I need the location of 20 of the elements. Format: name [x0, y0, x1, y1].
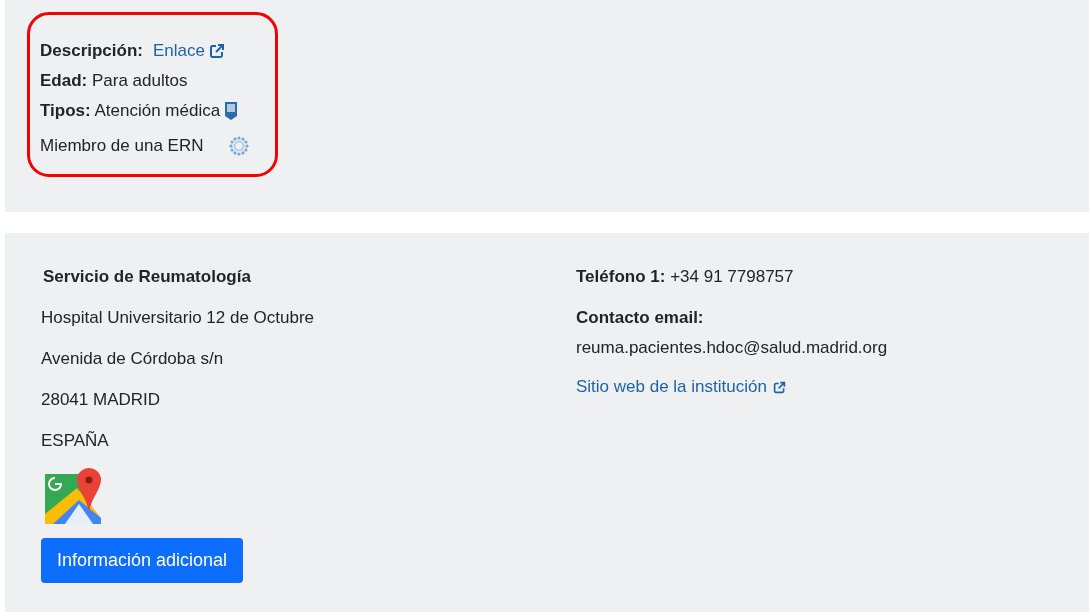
dotted-circle-icon	[229, 136, 250, 156]
external-link-icon	[208, 43, 225, 59]
phone-text: Teléfono 1: +34 91 7798757	[576, 267, 794, 288]
address-line: Hospital Universitario 12 de Octubre	[41, 308, 315, 329]
address-line: 28041 MADRID	[41, 390, 161, 411]
bookmark-icon	[225, 102, 238, 120]
ern-member-text: Miembro de una ERN	[40, 136, 204, 156]
map-pin-icon[interactable]	[45, 468, 101, 524]
address-line: ESPAÑA	[41, 431, 109, 452]
email-label: Contacto email:	[576, 308, 704, 329]
field-text: Tipos: Atención médica	[40, 101, 221, 121]
email-address: reuma.pacientes.hdoc@salud.madrid.org	[576, 338, 888, 359]
unit-name: Servicio de Reumatología	[43, 267, 251, 288]
website-link[interactable]: Sitio web de la institución	[576, 377, 767, 397]
address-line: Avenida de Córdoba s/n	[41, 349, 224, 370]
description-link[interactable]: Enlace	[153, 41, 205, 61]
info-button[interactable]: Información adicional	[41, 538, 244, 583]
external-link-icon	[772, 380, 786, 394]
field-text: Edad: Para adultos	[40, 71, 188, 91]
description-label: Descripción:	[40, 41, 143, 61]
